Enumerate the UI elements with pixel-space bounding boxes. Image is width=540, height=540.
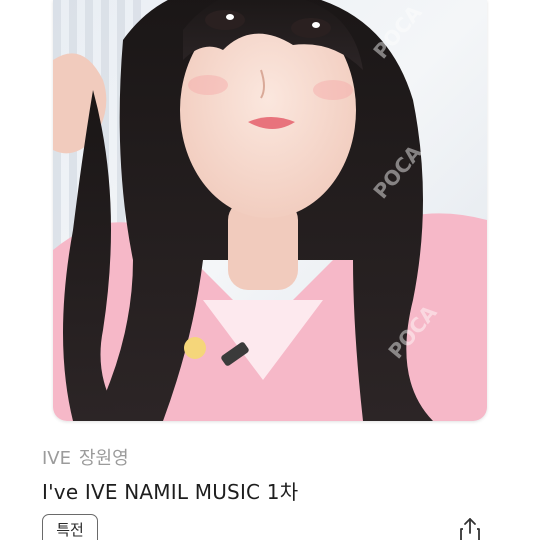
- share-icon: [460, 518, 480, 540]
- group-name[interactable]: IVE: [42, 448, 71, 469]
- share-button[interactable]: [456, 516, 484, 540]
- product-page: POCA POCA POCA IVE 장원영 I've IVE NAMIL MUS…: [0, 0, 540, 540]
- photocard-image: POCA POCA POCA: [53, 0, 487, 421]
- bonus-badge: 특전: [42, 514, 98, 540]
- product-meta: IVE 장원영: [42, 444, 129, 470]
- member-name[interactable]: 장원영: [79, 448, 129, 469]
- product-photo[interactable]: POCA POCA POCA: [53, 0, 487, 421]
- product-title: I've IVE NAMIL MUSIC 1차: [42, 480, 299, 504]
